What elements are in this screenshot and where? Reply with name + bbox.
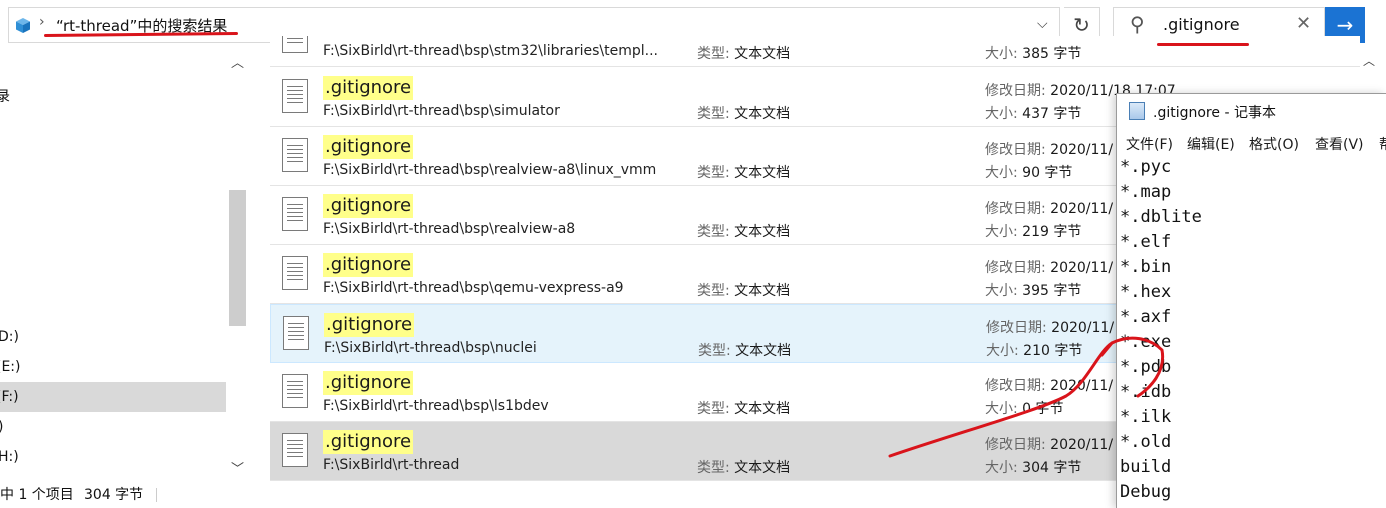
file-path: F:\SixBirld\rt-thread\bsp\realview-a8\li… xyxy=(323,162,657,178)
text-line: *.map xyxy=(1120,182,1172,202)
text-line: *.axf xyxy=(1120,307,1172,327)
text-line: *.old xyxy=(1120,432,1172,452)
text-file-icon xyxy=(282,256,308,290)
refresh-icon: ↻ xyxy=(1073,13,1090,37)
file-date: 修改日期: 2020/11/ xyxy=(985,142,1114,158)
nav-item-drive-h[interactable]: H:) xyxy=(0,442,224,472)
file-path: F:\SixBirld\rt-thread\bsp\ls1bdev xyxy=(323,398,549,414)
nav-item-drive-e[interactable]: (E:) xyxy=(0,352,222,382)
file-size: 大小: 437 字节 xyxy=(985,106,1082,122)
search-icon: ⚲ xyxy=(1130,12,1145,36)
menu-edit[interactable]: 编辑(E) xyxy=(1187,134,1235,154)
notepad-text-area[interactable]: *.pyc *.map *.dblite *.elf *.bin *.hex *… xyxy=(1120,155,1384,505)
status-divider xyxy=(156,488,157,502)
status-bar: 中 1 个项目 304 字节 xyxy=(0,482,1116,508)
nav-item-label: (F:) xyxy=(0,389,19,405)
text-file-icon xyxy=(282,79,308,113)
nav-item[interactable]: ) xyxy=(0,412,224,442)
file-type: 类型: 文本文档 xyxy=(697,46,791,62)
notepad-icon xyxy=(1129,102,1145,120)
nav-scrollbar[interactable]: ︿ ﹀ xyxy=(226,52,248,482)
file-type: 类型: 文本文档 xyxy=(697,224,791,240)
file-name: .gitignore xyxy=(323,76,414,100)
address-dropdown-icon[interactable]: ⌵ xyxy=(1037,16,1048,32)
text-line: *.elf xyxy=(1120,232,1172,252)
selection-size: 304 字节 xyxy=(84,487,144,503)
scroll-down-icon[interactable]: ﹀ xyxy=(231,458,244,477)
text-file-icon xyxy=(282,197,308,231)
file-path: F:\SixBirld\rt-thread\bsp\qemu-vexpress-… xyxy=(323,280,624,296)
file-name: .gitignore xyxy=(323,194,414,218)
file-path: F:\SixBirld\rt-thread xyxy=(323,457,460,473)
notepad-window[interactable]: .gitignore - 记事本 文件(F) 编辑(E) 格式(O) 查看(V)… xyxy=(1116,93,1386,508)
navigation-pane: 录 D:) (E:) (F:) ) H:) ︿ ﹀ xyxy=(0,52,248,482)
text-line: *.ilk xyxy=(1120,407,1172,427)
text-file-icon xyxy=(282,36,308,53)
file-name: .gitignore xyxy=(324,313,415,337)
text-file-icon xyxy=(282,433,308,467)
notepad-title: .gitignore - 记事本 xyxy=(1153,105,1276,121)
file-type: 类型: 文本文档 xyxy=(697,401,791,417)
text-line: *.exe xyxy=(1120,332,1172,352)
file-size: 大小: 304 字节 xyxy=(985,460,1082,476)
text-file-icon xyxy=(282,374,308,408)
text-line: *.bin xyxy=(1120,257,1172,277)
scroll-thumb[interactable] xyxy=(229,190,246,326)
file-type: 类型: 文本文档 xyxy=(698,343,792,359)
file-date: 修改日期: 2020/11/ xyxy=(985,437,1114,453)
menu-view[interactable]: 查看(V) xyxy=(1315,134,1364,154)
notepad-menubar: 文件(F) 编辑(E) 格式(O) 查看(V) 帮 xyxy=(1117,131,1386,155)
file-path: F:\SixBirld\rt-thread\bsp\realview-a8 xyxy=(323,221,576,237)
file-size: 大小: 90 字节 xyxy=(985,165,1073,181)
file-path: F:\SixBirld\rt-thread\bsp\simulator xyxy=(323,103,560,119)
text-line: *.hex xyxy=(1120,282,1172,302)
file-type: 类型: 文本文档 xyxy=(697,283,791,299)
annotation-underline xyxy=(1157,43,1249,46)
search-input[interactable]: .gitignore xyxy=(1163,15,1240,34)
scroll-up-icon[interactable]: ︿ xyxy=(1363,52,1375,69)
file-name: .gitignore xyxy=(323,430,414,454)
file-date: 修改日期: 2020/11/ xyxy=(985,260,1114,276)
file-size: 大小: 395 字节 xyxy=(985,283,1082,299)
text-line: Debug xyxy=(1120,482,1172,502)
text-file-icon xyxy=(282,138,308,172)
menu-format[interactable]: 格式(O) xyxy=(1249,134,1299,154)
table-row[interactable]: F:\SixBirld\rt-thread\bsp\stm32\librarie… xyxy=(270,36,1360,67)
text-line: *.pdb xyxy=(1120,357,1172,377)
search-results-folder-icon xyxy=(16,18,30,33)
file-date: 修改日期: 2020/11/ xyxy=(985,378,1114,394)
file-type: 类型: 文本文档 xyxy=(697,106,791,122)
file-name: .gitignore xyxy=(323,371,414,395)
nav-item-drive-d[interactable]: D:) xyxy=(0,322,224,352)
scroll-up-icon[interactable]: ︿ xyxy=(231,52,244,71)
file-name: .gitignore xyxy=(323,135,414,159)
file-name: .gitignore xyxy=(323,253,414,277)
notepad-titlebar[interactable]: .gitignore - 记事本 xyxy=(1117,94,1386,128)
file-size: 大小: 210 字节 xyxy=(986,343,1083,359)
nav-item[interactable]: 录 xyxy=(0,82,222,112)
clear-search-icon[interactable]: ✕ xyxy=(1296,13,1311,34)
file-size: 大小: 0 字节 xyxy=(985,401,1064,417)
file-size: 大小: 385 字节 xyxy=(985,46,1082,62)
file-type: 类型: 文本文档 xyxy=(697,460,791,476)
menu-file[interactable]: 文件(F) xyxy=(1126,134,1173,154)
file-path: F:\SixBirld\rt-thread\bsp\nuclei xyxy=(324,340,537,356)
file-date: 修改日期: 2020/11/ xyxy=(985,201,1114,217)
text-line: *.dblite xyxy=(1120,207,1202,227)
menu-help[interactable]: 帮 xyxy=(1379,134,1386,154)
text-line: *.idb xyxy=(1120,382,1172,402)
file-path: F:\SixBirld\rt-thread\bsp\stm32\librarie… xyxy=(323,43,658,59)
file-date: 修改日期: 2020/11/ xyxy=(986,320,1115,336)
file-size: 大小: 219 字节 xyxy=(985,224,1082,240)
text-file-icon xyxy=(283,316,309,350)
arrow-right-icon: → xyxy=(1336,13,1354,37)
selection-count: 中 1 个项目 xyxy=(0,487,74,503)
text-line: build xyxy=(1120,457,1172,477)
text-line: *.pyc xyxy=(1120,157,1172,177)
file-type: 类型: 文本文档 xyxy=(697,165,791,181)
breadcrumb-chevron-icon[interactable]: › xyxy=(39,14,45,30)
nav-item-drive-f[interactable]: (F:) xyxy=(0,382,226,412)
